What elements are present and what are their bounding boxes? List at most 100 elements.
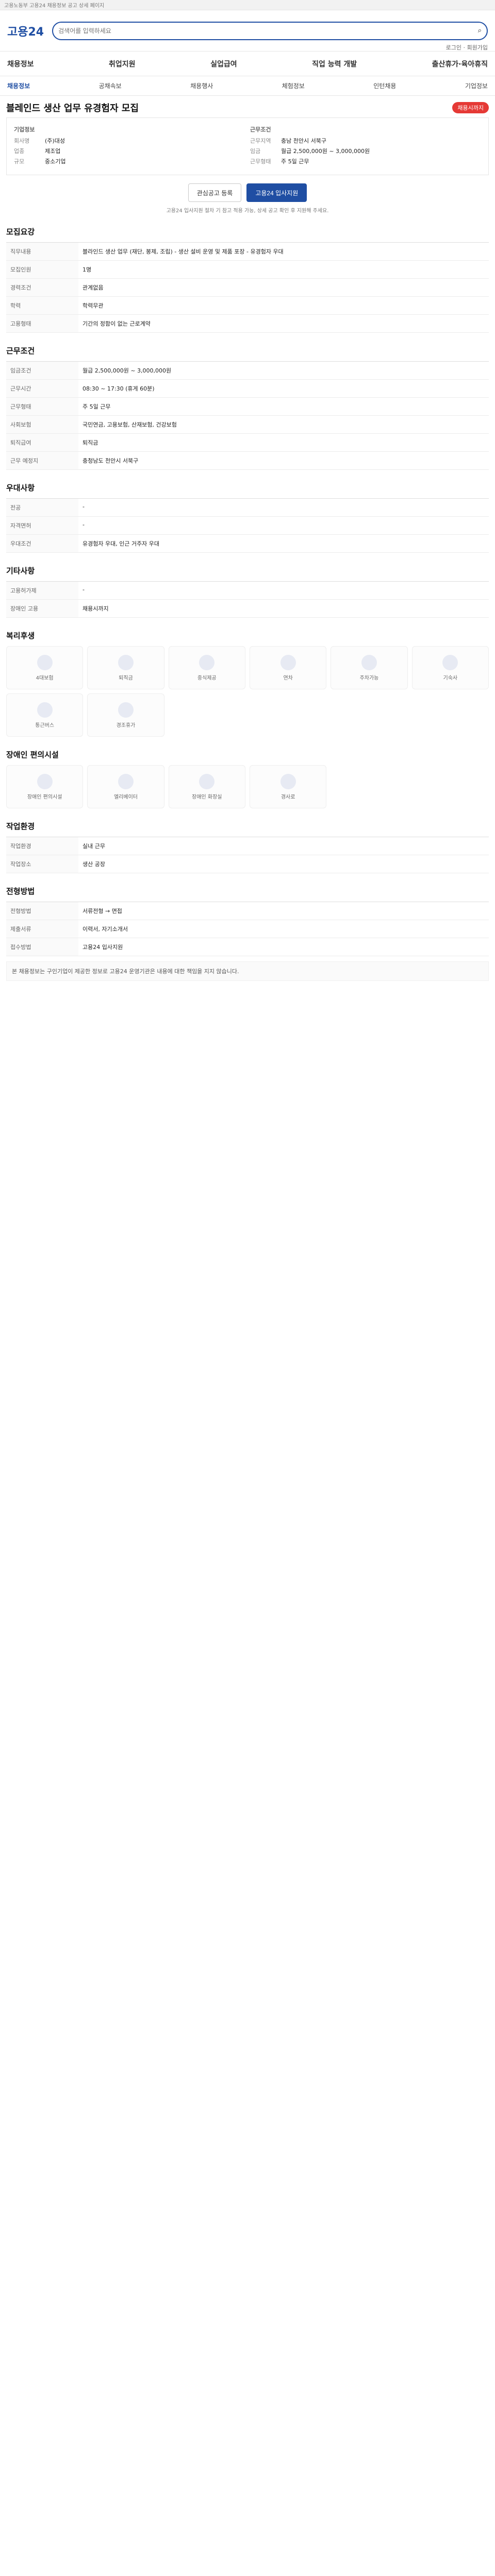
disability-item: 장애인 화장실 <box>168 765 245 808</box>
subnav-item-open[interactable]: 공채속보 <box>99 81 122 90</box>
table-key: 장애인 고용 <box>6 599 78 618</box>
table-row: 직무내용 블라인드 생산 업무 (재단, 봉제, 조립) - 생산 설비 운영 및… <box>6 242 489 261</box>
welfare-icon <box>118 654 134 670</box>
condition-key: 근무지역 <box>250 138 271 144</box>
table-key: 사회보험 <box>6 415 78 434</box>
table-row: 학력 학력무관 <box>6 296 489 315</box>
util-links[interactable]: 로그인 · 회원가입 <box>446 43 488 52</box>
table-row: 고용형태 기간의 정함이 없는 근로계약 <box>6 314 489 333</box>
scrap-button[interactable]: 관심공고 등록 <box>188 183 242 202</box>
company-key: 회사명 <box>14 138 30 144</box>
welfare-label: 4대보험 <box>36 675 54 681</box>
welfare-label: 주차가능 <box>359 675 379 681</box>
search-input[interactable] <box>58 27 478 35</box>
env-table: 작업환경 실내 근무 작업장소 생산 공장 <box>6 837 489 873</box>
condition-row: 근무형태 주 5일 근무 <box>250 157 481 165</box>
top-notice-bar: 고용노동부 고용24 채용정보 공고 상세 페이지 <box>0 0 495 10</box>
table-value: 블라인드 생산 업무 (재단, 봉제, 조립) - 생산 설비 운영 및 제품 … <box>78 242 489 261</box>
table-row: 경력조건 관계없음 <box>6 278 489 297</box>
company-key: 업종 <box>14 148 25 155</box>
table-key: 제출서류 <box>6 920 78 938</box>
welfare-grid: 4대보험 퇴직금 중식제공 연차 주차가능 기숙사 통근버스 경조휴가 <box>6 646 489 737</box>
condition-row: 근무지역 충남 천안시 서북구 <box>250 137 481 145</box>
table-row: 모집인원 1명 <box>6 260 489 279</box>
subnav-item-recruit[interactable]: 채용정보 <box>7 81 30 90</box>
welfare-icon <box>442 654 458 670</box>
welfare-icon <box>199 654 215 670</box>
search-bar[interactable]: ⌕ <box>52 21 488 40</box>
job-actions: 관심공고 등록 고용24 입사지원 <box>0 183 495 202</box>
section-disability-title: 장애인 편의시설 <box>6 750 59 759</box>
welfare-item: 기숙사 <box>411 646 489 689</box>
table-key: 작업환경 <box>6 837 78 855</box>
table-value: 1명 <box>78 260 489 279</box>
section-env-title: 작업환경 <box>6 822 35 831</box>
welfare-label: 통근버스 <box>35 722 55 728</box>
site-header: 고용24 ⌕ <box>0 10 495 52</box>
table-row: 근무시간 08:30 ~ 17:30 (휴게 60분) <box>6 379 489 398</box>
table-value: 채용시까지 <box>78 599 489 618</box>
disability-label: 경사로 <box>280 794 295 800</box>
section-prefer-title: 우대사항 <box>6 483 35 493</box>
welfare-item: 경조휴가 <box>87 693 164 737</box>
search-icon[interactable]: ⌕ <box>478 27 482 35</box>
recruit-table: 직무내용 블라인드 생산 업무 (재단, 봉제, 조립) - 생산 설비 운영 및… <box>6 242 489 333</box>
gnb-item-jobsupport[interactable]: 취업지원 <box>109 59 136 69</box>
gnb-item-recruit[interactable]: 채용정보 <box>7 59 34 69</box>
section-work-title: 근무조건 <box>6 346 35 355</box>
table-key: 우대조건 <box>6 534 78 553</box>
welfare-icon <box>37 702 53 718</box>
apply-note: 고용24 입사지원 절차 기 참고 적용 가능, 상세 공고 확인 후 지원해 … <box>166 208 329 214</box>
welfare-icon <box>37 654 53 670</box>
subnav-item-experience[interactable]: 체험정보 <box>282 81 305 90</box>
dday-badge: 채용시까지 <box>452 102 489 113</box>
condition-summary: 근무조건 근무지역 충남 천안시 서북구 임금 월급 2,500,000원 ~ … <box>250 125 481 167</box>
table-row: 제출서류 이력서, 자기소개서 <box>6 920 489 938</box>
welfare-label: 경조휴가 <box>116 722 136 728</box>
welfare-icon <box>118 702 134 718</box>
section-welfare-title: 복리후생 <box>6 631 35 640</box>
table-value: 관계없음 <box>78 278 489 297</box>
disability-icon <box>280 773 296 789</box>
welfare-item: 주차가능 <box>331 646 408 689</box>
table-value: - <box>78 498 489 517</box>
table-value: 서류전형 → 면접 <box>78 902 489 920</box>
disability-label: 장애인 화장실 <box>192 794 222 800</box>
process-table: 전형방법 서류전형 → 면접 제출서류 이력서, 자기소개서 접수방법 고용24 입사… <box>6 902 489 956</box>
legal-notice: 본 채용정보는 구인기업이 제공한 정보로 고용24 운영기관은 내용에 대한 … <box>6 961 489 981</box>
table-value: 기간의 정함이 없는 근로계약 <box>78 314 489 333</box>
welfare-item: 4대보험 <box>6 646 84 689</box>
table-key: 근무형태 <box>6 397 78 416</box>
apply-button[interactable]: 고용24 입사지원 <box>246 183 307 202</box>
company-summary: 기업정보 회사명 (주)대성 업종 제조업 규모 중소기업 <box>14 125 245 167</box>
table-key: 전형방법 <box>6 902 78 920</box>
table-key: 근무 예정지 <box>6 451 78 470</box>
table-value: - <box>78 581 489 600</box>
site-logo[interactable]: 고용24 <box>7 23 44 39</box>
table-value: 충청남도 천안시 서북구 <box>78 451 489 470</box>
gnb-item-unemployment[interactable]: 실업급여 <box>210 59 237 69</box>
gnb-item-training[interactable]: 직업 능력 개발 <box>312 59 357 69</box>
table-value: 유경험자 우대, 인근 거주자 우대 <box>78 534 489 553</box>
table-row: 접수방법 고용24 입사지원 <box>6 938 489 956</box>
table-row: 자격면허 - <box>6 516 489 535</box>
work-table: 임금조건 월급 2,500,000원 ~ 3,000,000원 근무시간 08:30… <box>6 361 489 470</box>
table-value: 실내 근무 <box>78 837 489 855</box>
welfare-item: 중식제공 <box>168 646 245 689</box>
table-row: 근무형태 주 5일 근무 <box>6 397 489 416</box>
table-key: 고용허가제 <box>6 581 78 600</box>
table-value: 생산 공장 <box>78 855 489 873</box>
gnb-item-leave[interactable]: 출산휴가·육아휴직 <box>432 59 488 69</box>
table-key: 자격면허 <box>6 516 78 535</box>
table-value: 학력무관 <box>78 296 489 315</box>
table-key: 임금조건 <box>6 361 78 380</box>
subnav-item-intern[interactable]: 인턴채용 <box>373 81 396 90</box>
condition-value: 주 5일 근무 <box>281 158 309 165</box>
section-recruit-title: 모집요강 <box>6 227 35 236</box>
subnav-item-event[interactable]: 채용행사 <box>190 81 213 90</box>
subnav-item-company[interactable]: 기업정보 <box>465 81 488 90</box>
welfare-item: 통근버스 <box>6 693 84 737</box>
table-key: 근무시간 <box>6 379 78 398</box>
table-row: 사회보험 국민연금, 고용보험, 산재보험, 건강보험 <box>6 415 489 434</box>
table-value: 08:30 ~ 17:30 (휴게 60분) <box>78 379 489 398</box>
